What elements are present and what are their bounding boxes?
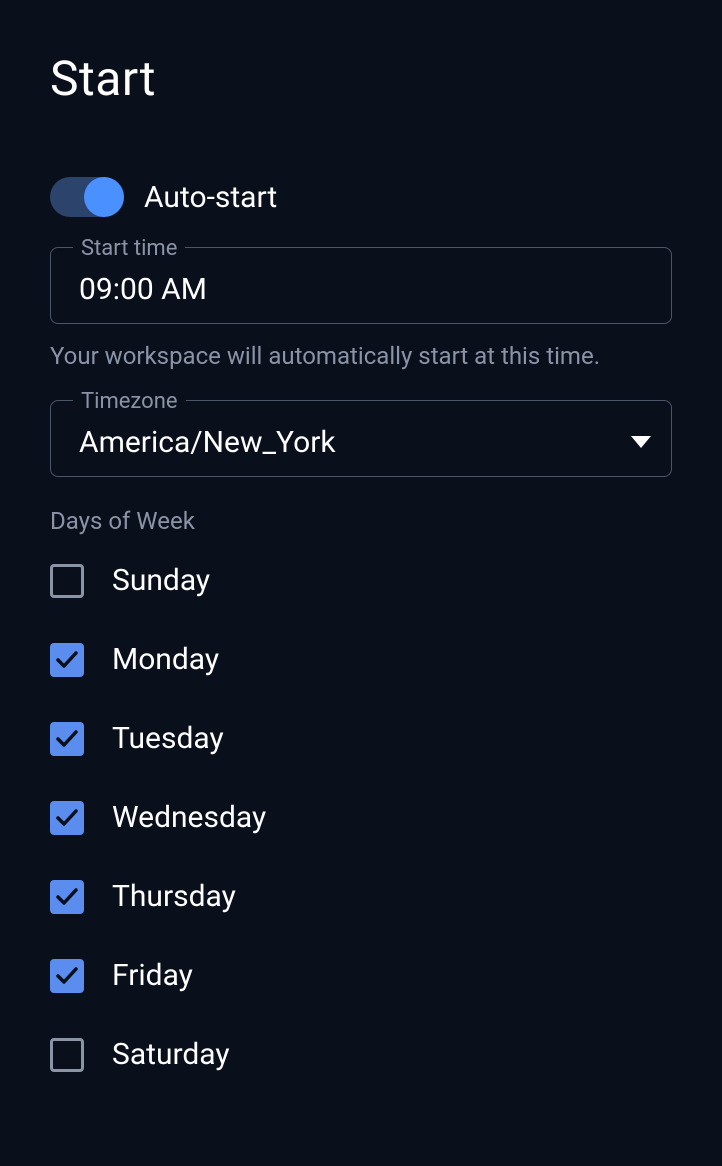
checkbox[interactable]	[50, 1038, 84, 1072]
timezone-label: Timezone	[73, 389, 186, 414]
days-of-week-list: Sunday Monday Tuesday Wednesday Thursday Frid…	[50, 563, 672, 1072]
check-icon	[56, 888, 78, 906]
day-checkbox-friday[interactable]: Friday	[50, 958, 672, 993]
checkbox-label: Thursday	[112, 879, 236, 914]
checkbox[interactable]	[50, 801, 84, 835]
start-time-helper: Your workspace will automatically start …	[50, 342, 672, 370]
day-checkbox-tuesday[interactable]: Tuesday	[50, 721, 672, 756]
checkbox-label: Saturday	[112, 1037, 230, 1072]
start-time-input[interactable]: 09:00 AM	[79, 272, 651, 307]
switch-thumb	[84, 177, 124, 217]
checkbox[interactable]	[50, 722, 84, 756]
day-checkbox-sunday[interactable]: Sunday	[50, 563, 672, 598]
checkbox-label: Friday	[112, 958, 193, 993]
check-icon	[56, 730, 78, 748]
page-title: Start	[50, 50, 672, 107]
days-of-week-label: Days of Week	[50, 507, 672, 535]
auto-start-switch[interactable]	[50, 177, 124, 217]
check-icon	[56, 651, 78, 669]
checkbox[interactable]	[50, 643, 84, 677]
checkbox-label: Tuesday	[112, 721, 224, 756]
checkbox[interactable]	[50, 880, 84, 914]
check-icon	[56, 967, 78, 985]
start-time-label: Start time	[73, 236, 185, 261]
chevron-down-icon	[631, 433, 651, 452]
timezone-select[interactable]: America/New_York	[79, 425, 631, 460]
checkbox[interactable]	[50, 564, 84, 598]
check-icon	[56, 809, 78, 827]
auto-start-label: Auto-start	[144, 180, 277, 215]
day-checkbox-thursday[interactable]: Thursday	[50, 879, 672, 914]
auto-start-toggle-row: Auto-start	[50, 177, 672, 217]
timezone-field[interactable]: Timezone America/New_York	[50, 400, 672, 477]
start-time-field[interactable]: Start time 09:00 AM	[50, 247, 672, 324]
day-checkbox-saturday[interactable]: Saturday	[50, 1037, 672, 1072]
checkbox[interactable]	[50, 959, 84, 993]
checkbox-label: Wednesday	[112, 800, 266, 835]
day-checkbox-monday[interactable]: Monday	[50, 642, 672, 677]
day-checkbox-wednesday[interactable]: Wednesday	[50, 800, 672, 835]
checkbox-label: Sunday	[112, 563, 210, 598]
checkbox-label: Monday	[112, 642, 219, 677]
